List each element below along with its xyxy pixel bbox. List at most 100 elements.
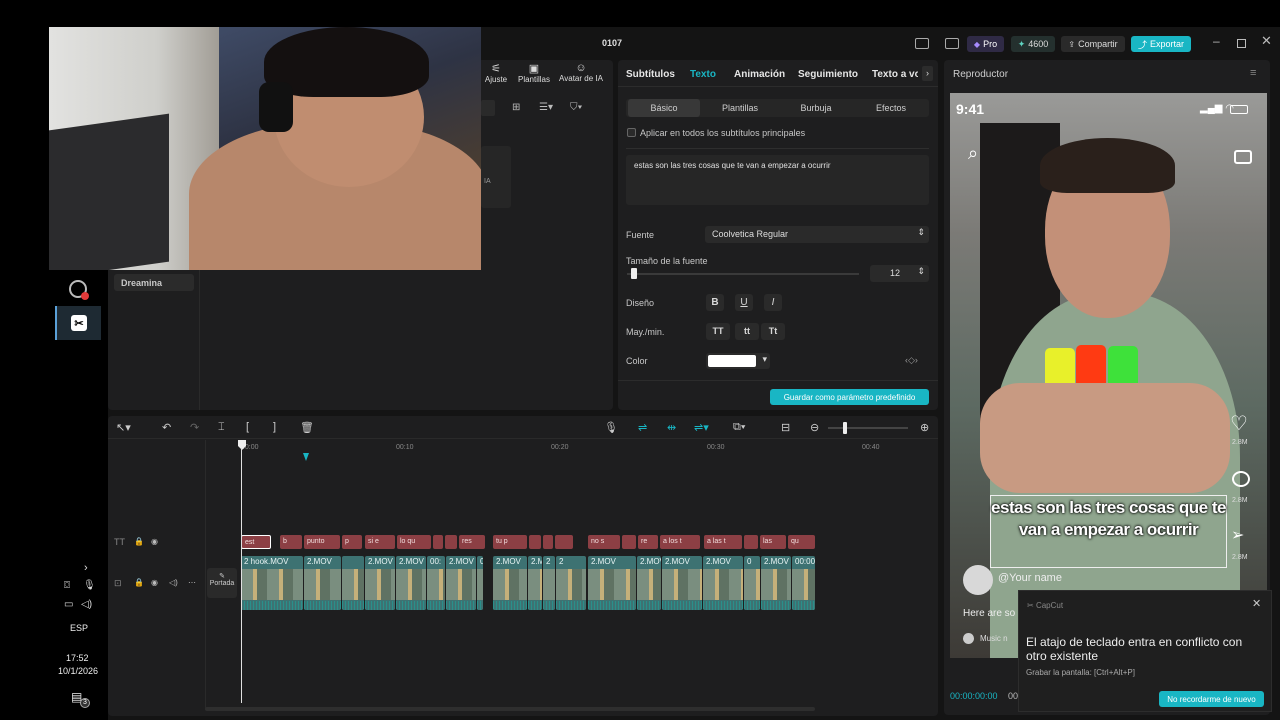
pro-badge[interactable]: ◆ Pro	[967, 36, 1004, 52]
video-clip[interactable]: 2.MOV	[588, 556, 636, 610]
trim-left-icon[interactable]: [	[246, 421, 249, 433]
text-clip[interactable]: no s	[588, 535, 620, 549]
text-clip[interactable]	[555, 535, 573, 549]
text-content-field[interactable]: estas son las tres cosas que te van a em…	[626, 155, 929, 205]
video-clip[interactable]: 2.MOV	[637, 556, 661, 610]
tabs-scroll-right-icon[interactable]: ›	[922, 66, 933, 81]
save-preset-button[interactable]: Guardar como parámetro predefinido	[770, 389, 929, 405]
video-clip[interactable]: 2.MOV	[396, 556, 426, 610]
toolbar-item-plantillas[interactable]: ▣ Plantillas	[515, 62, 553, 84]
bold-button[interactable]: B	[706, 294, 724, 311]
video-clip[interactable]: 2.MOV	[493, 556, 527, 610]
tab-texto-a-voz[interactable]: Texto a vo	[872, 69, 918, 80]
font-size-slider-handle[interactable]	[631, 268, 637, 279]
grid-view-icon[interactable]: ⊞	[512, 102, 520, 113]
speaker-icon[interactable]: ◁)	[169, 578, 178, 587]
video-clip[interactable]: 2.MOV	[761, 556, 791, 610]
zoom-slider[interactable]	[828, 427, 908, 429]
split-icon[interactable]: ⌶	[218, 421, 225, 434]
titlecase-button[interactable]: Tt	[761, 323, 785, 340]
zoom-slider-handle[interactable]	[843, 422, 847, 434]
video-clip[interactable]: 2.MOV	[365, 556, 395, 610]
toolbar-item-avatar[interactable]: ☺ Avatar de IA	[556, 62, 606, 83]
text-clip[interactable]: lo qu	[397, 535, 431, 549]
tab-texto[interactable]: Texto	[690, 69, 716, 80]
cover-button[interactable]: ✎ Portada	[207, 568, 237, 598]
chevron-right-icon[interactable]: ›	[84, 562, 88, 574]
tab-seguimiento[interactable]: Seguimiento	[798, 69, 858, 80]
color-picker[interactable]: ▾	[706, 353, 770, 369]
text-clip[interactable]: punto	[304, 535, 340, 549]
export-button[interactable]: ⤴ Exportar	[1131, 36, 1191, 52]
video-clip[interactable]: 0	[477, 556, 483, 610]
language-indicator[interactable]: ESP	[70, 623, 88, 633]
text-clip[interactable]: est	[241, 535, 271, 549]
minimize-icon[interactable]: –	[1213, 34, 1220, 48]
video-clip[interactable]	[342, 556, 364, 610]
eye-icon[interactable]: ◉	[151, 537, 158, 546]
uppercase-button[interactable]: TT	[706, 323, 730, 340]
text-clip[interactable]: qu	[788, 535, 815, 549]
search-field-edge[interactable]	[481, 100, 495, 116]
text-clip[interactable]: las	[760, 535, 786, 549]
video-clip[interactable]: 2 hook.MOV	[241, 556, 303, 610]
sort-icon[interactable]: ☰▾	[539, 102, 553, 113]
text-clip[interactable]: si e	[365, 535, 395, 549]
video-clip[interactable]: 2.MOV	[446, 556, 476, 610]
text-clip[interactable]	[744, 535, 758, 549]
dont-remind-button[interactable]: No recordarme de nuevo	[1159, 691, 1264, 707]
network-icon[interactable]: ▭	[64, 599, 73, 610]
italic-button[interactable]: I	[764, 294, 782, 311]
trim-right-icon[interactable]: ]	[273, 421, 276, 433]
eye-icon[interactable]: ◉	[151, 578, 158, 587]
filter-icon[interactable]: ⛉▾	[570, 102, 582, 113]
text-clip[interactable]	[622, 535, 636, 549]
auto-snap-icon[interactable]: ⇹	[667, 421, 676, 434]
text-clip[interactable]	[529, 535, 541, 549]
lock-icon[interactable]: 🔒	[134, 537, 144, 546]
preview-axis-icon[interactable]: ⧉▾	[733, 421, 745, 434]
more-icon[interactable]: ⋯	[188, 578, 196, 587]
close-icon[interactable]: ✕	[1261, 33, 1272, 49]
text-clip[interactable]: tu p	[493, 535, 527, 549]
video-clip[interactable]: 2	[543, 556, 555, 610]
font-size-stepper[interactable]: 12 ⇕	[870, 265, 929, 282]
magnet-link-icon[interactable]: ⇌	[638, 421, 647, 434]
video-clip[interactable]: 2.MOV	[304, 556, 341, 610]
subtab-efectos[interactable]: Efectos	[855, 99, 927, 117]
record-mic-icon[interactable]: 🎙	[604, 421, 618, 434]
taskbar-app-capcut[interactable]: ✂	[55, 306, 101, 340]
subtab-plantillas[interactable]: Plantillas	[704, 99, 776, 117]
text-clip[interactable]: a los t	[660, 535, 700, 549]
text-clip[interactable]	[543, 535, 553, 549]
tab-animacion[interactable]: Animación	[734, 69, 785, 80]
mic-tray-icon[interactable]: 🎙	[83, 580, 96, 591]
apply-all-checkbox[interactable]	[627, 128, 636, 137]
video-clip[interactable]: 2.MOV	[703, 556, 743, 610]
camera-tray-icon[interactable]: ⌼	[64, 580, 70, 591]
layout-icon[interactable]	[915, 38, 929, 49]
text-clip[interactable]: b	[280, 535, 302, 549]
playhead-line[interactable]	[241, 448, 242, 703]
subtitle-icon[interactable]: ⊟	[781, 421, 790, 434]
taskbar-app-davinci[interactable]	[55, 272, 101, 306]
zoom-out-icon[interactable]: ⊖	[810, 421, 819, 434]
video-clip[interactable]: 0	[744, 556, 760, 610]
zoom-in-icon[interactable]: ⊕	[920, 421, 929, 434]
menu-icon[interactable]: ≡	[1250, 67, 1256, 79]
redo-icon[interactable]: ↷	[190, 421, 199, 434]
keyframe-icon[interactable]: ‹◇›	[905, 355, 918, 366]
subtab-burbuja[interactable]: Burbuja	[780, 99, 852, 117]
toast-close-icon[interactable]: ✕	[1252, 597, 1261, 610]
video-clip[interactable]: 00:	[427, 556, 445, 610]
text-clip[interactable]: res	[459, 535, 485, 549]
text-clip[interactable]: p	[342, 535, 362, 549]
delete-icon[interactable]: 🗑	[300, 421, 314, 434]
volume-icon[interactable]: ◁)	[81, 599, 92, 610]
text-clip[interactable]: a las t	[704, 535, 742, 549]
lock-icon[interactable]: 🔒	[134, 578, 144, 587]
toolbar-item-ajuste[interactable]: ⚟ Ajuste	[481, 62, 511, 84]
select-tool-icon[interactable]: ↖▾	[116, 421, 131, 434]
credits-badge[interactable]: ✦ 4600	[1011, 36, 1055, 52]
shortcuts-icon[interactable]	[945, 38, 959, 49]
